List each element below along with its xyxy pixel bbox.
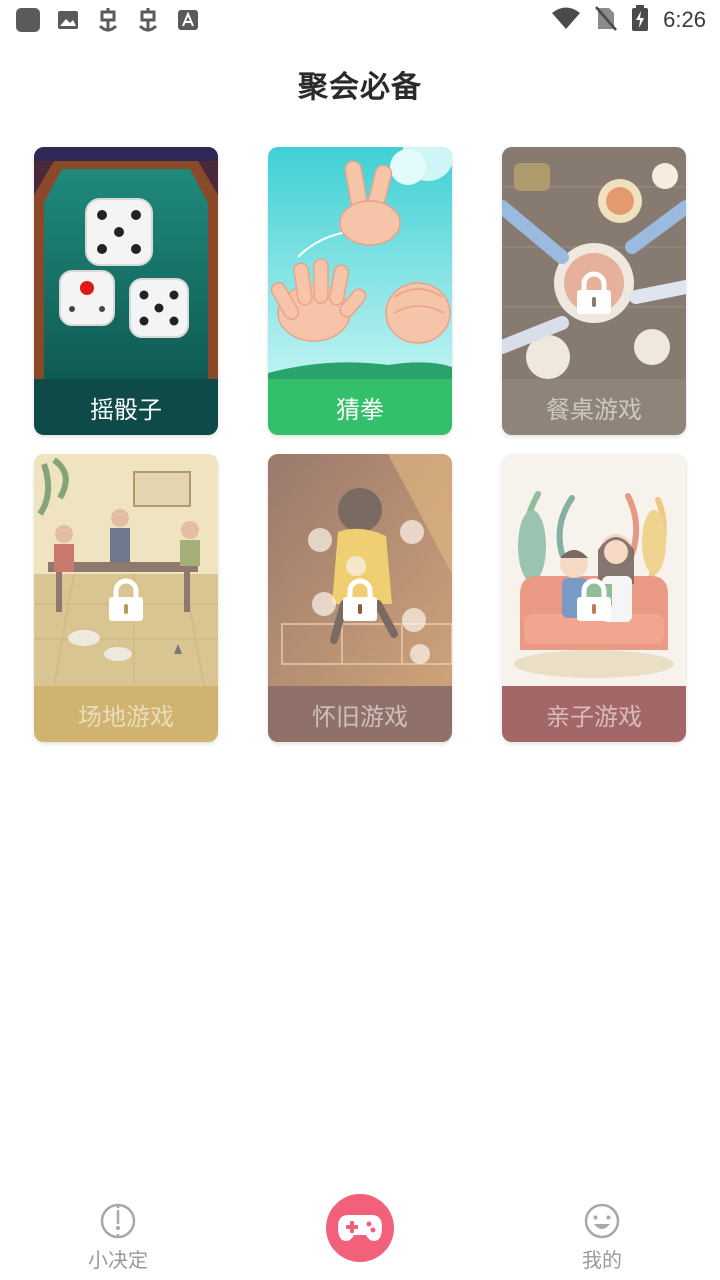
- notification-icons: [14, 6, 202, 34]
- nav-label-mine: 我的: [582, 1248, 622, 1272]
- games-tab-button[interactable]: [326, 1194, 394, 1262]
- system-status: 6:26: [551, 4, 706, 36]
- clock: 6:26: [663, 7, 706, 32]
- gamepad-icon: [338, 1215, 382, 1241]
- lock-icon: [109, 578, 143, 621]
- image-icon: [54, 6, 82, 34]
- bottom-nav: 小决定 我的: [0, 1186, 720, 1280]
- nav-item-mine[interactable]: 我的: [542, 1202, 662, 1273]
- nav-label-decision: 小决定: [88, 1248, 148, 1272]
- game-card-hopscotch[interactable]: 怀旧游戏: [268, 454, 452, 742]
- card-label: 猜拳: [268, 379, 452, 435]
- font-icon: [174, 6, 202, 34]
- page-title: 聚会必备: [298, 70, 422, 105]
- game-card-rock-paper-scissors[interactable]: 猜拳: [268, 147, 452, 435]
- game-card-parent-child[interactable]: 亲子游戏: [502, 454, 686, 742]
- game-card-dinner-table[interactable]: 餐桌游戏: [502, 147, 686, 435]
- nav-item-decision[interactable]: 小决定: [58, 1202, 178, 1273]
- lock-icon: [343, 578, 377, 621]
- decision-clock-icon: [100, 1203, 136, 1239]
- bug-icon: [94, 6, 122, 34]
- lock-icon: [577, 578, 611, 621]
- lock-icon: [577, 271, 611, 314]
- status-bar: 6:26: [0, 0, 720, 40]
- game-card-dice[interactable]: 摇骰子: [34, 147, 218, 435]
- no-sim-icon: [595, 5, 618, 35]
- battery-charging-icon: [631, 4, 649, 36]
- dice-illustration: [34, 147, 218, 379]
- app-square-icon: [14, 6, 42, 34]
- game-card-party-room[interactable]: 场地游戏: [34, 454, 218, 742]
- rock-paper-scissors-illustration: [268, 147, 452, 379]
- card-label: 摇骰子: [34, 379, 218, 435]
- bug-icon: [134, 6, 162, 34]
- smiley-icon: [584, 1203, 620, 1239]
- wifi-icon: [551, 6, 581, 34]
